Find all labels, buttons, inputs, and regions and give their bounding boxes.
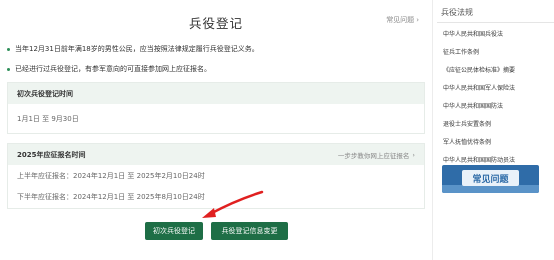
second-half-period: 下半年应征报名：2024年12月1日 至 2025年8月10日24时 <box>17 192 205 201</box>
law-link[interactable]: 军人抚恤优待条例 <box>443 134 515 152</box>
page-title: 兵役登记 <box>188 16 243 31</box>
law-list: 中华人民共和国兵役法 征兵工作条例 《应征公民体检标准》摘要 中华人民共和国军人… <box>443 26 515 170</box>
registration-change-button[interactable]: 兵役登记信息变更 <box>211 222 288 240</box>
panel-title: 初次兵役登记时间 <box>8 83 424 104</box>
first-half-period: 上半年应征报名：2024年12月1日 至 2025年2月10日24时 <box>17 171 205 180</box>
faq-banner[interactable]: 常见问题 <box>442 165 539 193</box>
bullet-icon <box>7 47 10 51</box>
faq-link-label: 常见问题 <box>386 16 415 24</box>
law-link[interactable]: 退役士兵安置条例 <box>443 116 515 134</box>
law-link[interactable]: 征兵工作条例 <box>443 44 515 62</box>
faq-banner-label: 常见问题 <box>462 170 519 186</box>
notice-text: 已经进行过兵役登记，有参军意向的可直接参加网上应征报名。 <box>15 65 211 73</box>
column-divider <box>432 0 433 260</box>
main-content: 兵役登记 常见问题 › 当年12月31日前年满18岁的男性公民，应当按照法律规定… <box>0 0 432 260</box>
law-link[interactable]: 中华人民共和国兵役法 <box>443 26 515 44</box>
registration-period: 1月1日 至 9月30日 <box>17 115 79 123</box>
sidebar: 兵役法规 中华人民共和国兵役法 征兵工作条例 《应征公民体检标准》摘要 中华人民… <box>437 0 554 260</box>
law-link[interactable]: 中华人民共和国军人保险法 <box>443 80 515 98</box>
law-link[interactable]: 《应征公民体检标准》摘要 <box>443 62 515 80</box>
faq-link[interactable]: 常见问题 › <box>386 15 419 25</box>
banner-stripe <box>442 185 539 193</box>
chevron-right-icon: › <box>412 150 415 159</box>
enlistment-guide-label: 一步步教你网上应征报名 <box>337 151 410 160</box>
notice-text: 当年12月31日前年满18岁的男性公民，应当按照法律规定履行兵役登记义务。 <box>15 45 259 53</box>
enlistment-panel: 2025年应征报名时间 一步步教你网上应征报名 › 上半年应征报名：2024年1… <box>7 143 425 209</box>
chevron-right-icon: › <box>416 16 419 24</box>
law-link[interactable]: 中华人民共和国国防法 <box>443 98 515 116</box>
sidebar-title: 兵役法规 <box>441 8 473 17</box>
bullet-icon <box>7 67 10 71</box>
initial-registration-panel: 初次兵役登记时间 1月1日 至 9月30日 <box>7 82 425 134</box>
notice-item: 已经进行过兵役登记，有参军意向的可直接参加网上应征报名。 <box>7 64 211 74</box>
enlistment-guide-link[interactable]: 一步步教你网上应征报名 › <box>338 144 415 165</box>
notice-item: 当年12月31日前年满18岁的男性公民，应当按照法律规定履行兵役登记义务。 <box>7 44 259 54</box>
panel-header: 2025年应征报名时间 一步步教你网上应征报名 › <box>8 144 424 165</box>
sidebar-divider <box>437 22 554 23</box>
initial-registration-button[interactable]: 初次兵役登记 <box>145 222 203 240</box>
panel-title: 2025年应征报名时间 <box>17 150 86 159</box>
